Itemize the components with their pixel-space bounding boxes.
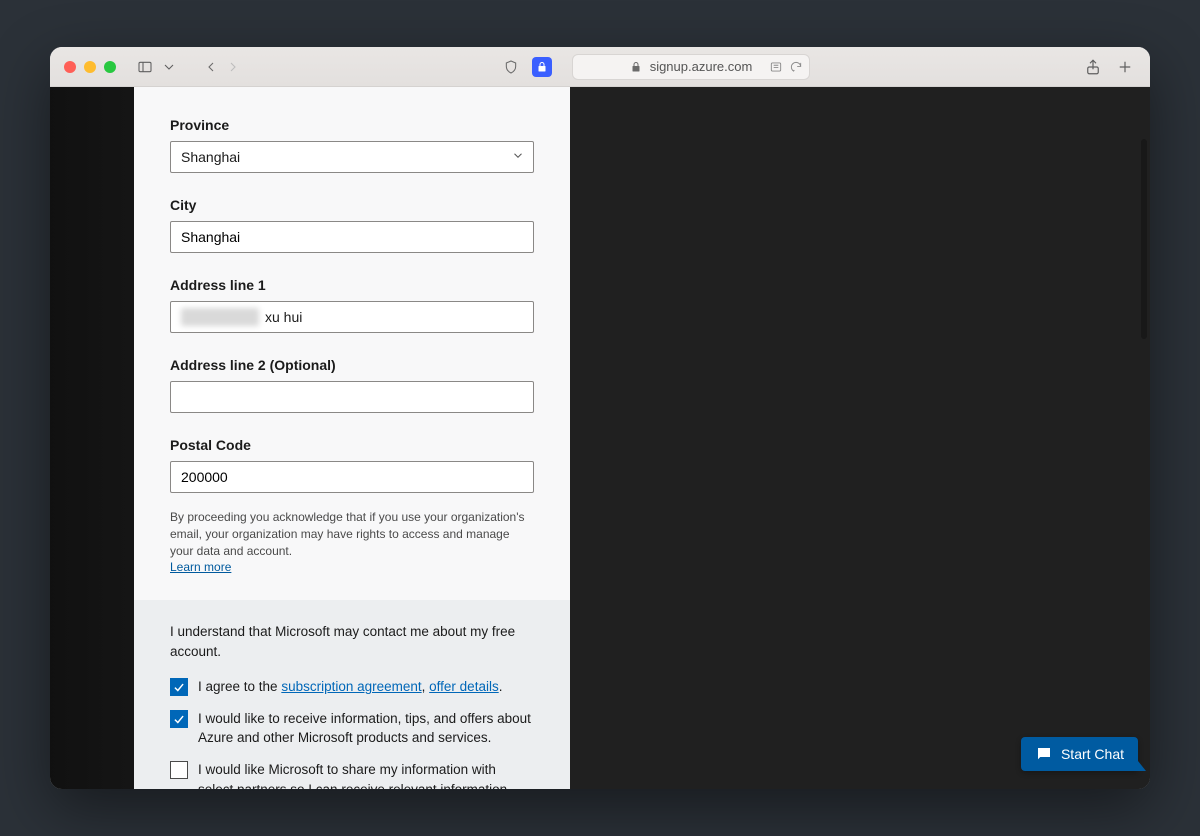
start-chat-button[interactable]: Start Chat bbox=[1021, 737, 1138, 771]
chevron-down-icon bbox=[511, 149, 525, 166]
marketing-checkbox[interactable] bbox=[170, 710, 188, 728]
address1-label: Address line 1 bbox=[170, 277, 534, 293]
browser-window: signup.azure.com Province Shanghai bbox=[50, 47, 1150, 789]
minimize-window-button[interactable] bbox=[84, 61, 96, 73]
check-icon bbox=[172, 712, 186, 726]
subscription-agreement-link[interactable]: subscription agreement bbox=[281, 679, 421, 694]
nav-forward-button[interactable] bbox=[222, 56, 244, 78]
scrollbar-thumb[interactable] bbox=[1141, 139, 1147, 339]
org-email-disclaimer: By proceeding you acknowledge that if yo… bbox=[170, 509, 534, 576]
background-right bbox=[570, 87, 1150, 789]
reload-icon[interactable] bbox=[789, 60, 803, 74]
agree-label: I agree to the subscription agreement, o… bbox=[198, 677, 502, 697]
lock-icon bbox=[630, 61, 642, 73]
learn-more-link[interactable]: Learn more bbox=[170, 560, 231, 574]
check-icon bbox=[172, 680, 186, 694]
postal-input-field[interactable] bbox=[181, 462, 523, 492]
privacy-shield-icon[interactable] bbox=[500, 56, 522, 78]
share-button[interactable] bbox=[1082, 56, 1104, 78]
nav-back-button[interactable] bbox=[200, 56, 222, 78]
redacted-text bbox=[181, 308, 259, 326]
window-controls bbox=[64, 61, 116, 73]
address2-input[interactable] bbox=[170, 381, 534, 413]
consent-section: I understand that Microsoft may contact … bbox=[134, 600, 570, 789]
password-manager-icon[interactable] bbox=[532, 57, 552, 77]
offer-details-link[interactable]: offer details bbox=[429, 679, 499, 694]
sidebar-toggle-button[interactable] bbox=[134, 56, 156, 78]
url-bar[interactable]: signup.azure.com bbox=[572, 54, 810, 80]
postal-label: Postal Code bbox=[170, 437, 534, 453]
province-select[interactable]: Shanghai bbox=[170, 141, 534, 173]
address2-label: Address line 2 (Optional) bbox=[170, 357, 534, 373]
fullscreen-window-button[interactable] bbox=[104, 61, 116, 73]
url-text: signup.azure.com bbox=[650, 59, 753, 74]
address1-input[interactable]: xu hui bbox=[170, 301, 534, 333]
new-tab-button[interactable] bbox=[1114, 56, 1136, 78]
browser-chrome: signup.azure.com bbox=[50, 47, 1150, 87]
province-label: Province bbox=[170, 117, 534, 133]
agree-checkbox[interactable] bbox=[170, 678, 188, 696]
tab-group-menu[interactable] bbox=[158, 56, 180, 78]
address1-visible-text: xu hui bbox=[265, 309, 302, 325]
city-input[interactable] bbox=[170, 221, 534, 253]
page-viewport: Province Shanghai City Address line 1 bbox=[50, 87, 1150, 789]
partner-share-label: I would like Microsoft to share my infor… bbox=[198, 760, 534, 789]
city-input-field[interactable] bbox=[181, 222, 523, 252]
postal-input[interactable] bbox=[170, 461, 534, 493]
signup-form-panel: Province Shanghai City Address line 1 bbox=[134, 87, 570, 789]
close-window-button[interactable] bbox=[64, 61, 76, 73]
partner-share-checkbox[interactable] bbox=[170, 761, 188, 779]
marketing-label: I would like to receive information, tip… bbox=[198, 709, 534, 748]
province-value: Shanghai bbox=[181, 149, 240, 165]
background-left bbox=[50, 87, 134, 789]
city-label: City bbox=[170, 197, 534, 213]
reader-icon[interactable] bbox=[769, 60, 783, 74]
chat-icon bbox=[1035, 745, 1053, 763]
address2-input-field[interactable] bbox=[181, 382, 523, 412]
consent-intro: I understand that Microsoft may contact … bbox=[170, 622, 534, 661]
start-chat-label: Start Chat bbox=[1061, 746, 1124, 762]
